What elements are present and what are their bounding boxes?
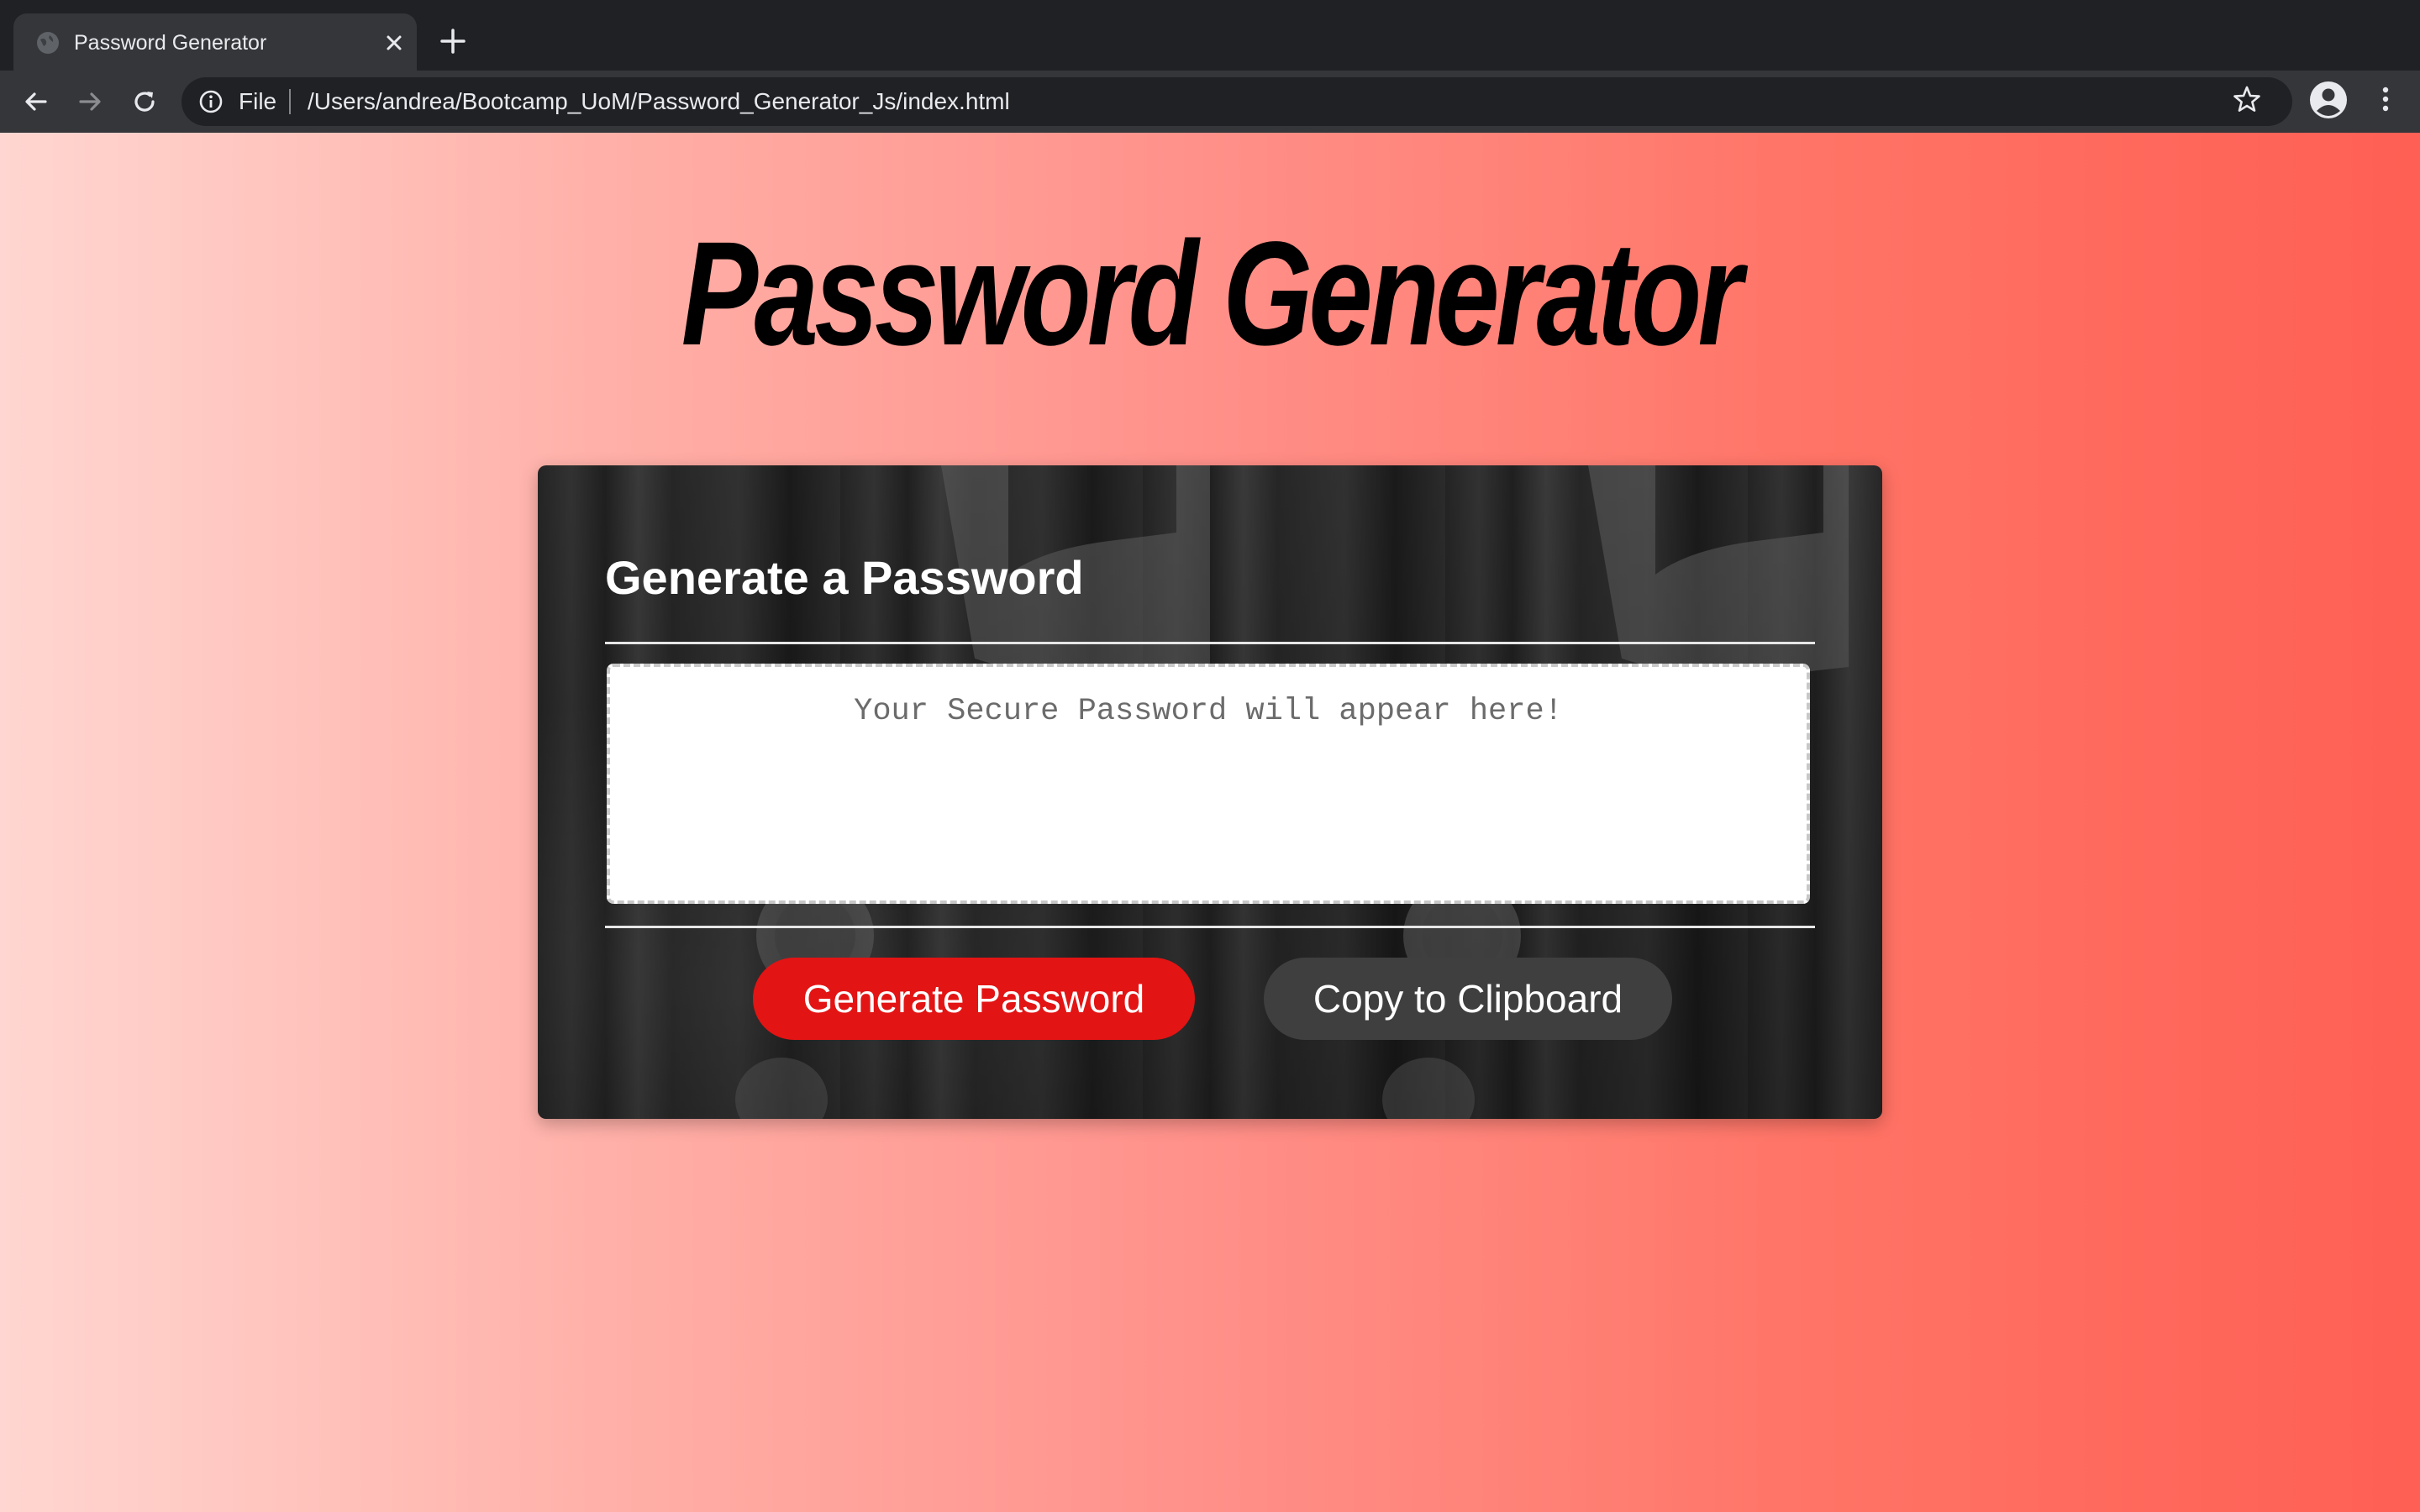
- forward-arrow-icon[interactable]: [76, 87, 104, 116]
- profile-icon[interactable]: [2309, 81, 2348, 119]
- globe-icon: [35, 30, 60, 55]
- bottom-divider: [605, 926, 1815, 928]
- menu-icon[interactable]: [2371, 84, 2400, 114]
- tab-title: Password Generator: [74, 31, 267, 55]
- page-title: Password Generator: [681, 212, 1743, 376]
- browser-tab[interactable]: Password Generator: [13, 13, 417, 71]
- copy-to-clipboard-button[interactable]: Copy to Clipboard: [1264, 958, 1672, 1040]
- page-body: Password Generator Generate a Password G…: [0, 133, 2420, 1512]
- browser-toolbar: File /Users/andrea/Bootcamp_UoM/Password…: [0, 71, 2420, 133]
- address-divider: [289, 89, 291, 114]
- url-scheme-label: File: [239, 88, 277, 114]
- browser-tab-bar: Password Generator: [0, 0, 2420, 71]
- password-card: Generate a Password Generate Password Co…: [538, 465, 1882, 1119]
- star-icon[interactable]: [2232, 84, 2262, 114]
- close-icon[interactable]: [381, 30, 407, 55]
- generate-password-button[interactable]: Generate Password: [753, 958, 1195, 1040]
- address-bar[interactable]: File /Users/andrea/Bootcamp_UoM/Password…: [182, 77, 2292, 126]
- reload-icon[interactable]: [130, 87, 159, 116]
- info-icon[interactable]: [198, 89, 224, 114]
- plus-icon[interactable]: [439, 27, 467, 55]
- top-divider: [605, 642, 1815, 644]
- password-output[interactable]: [607, 664, 1810, 904]
- back-arrow-icon[interactable]: [22, 87, 50, 116]
- url-text[interactable]: /Users/andrea/Bootcamp_UoM/Password_Gene…: [308, 88, 1010, 115]
- card-heading: Generate a Password: [605, 551, 1084, 604]
